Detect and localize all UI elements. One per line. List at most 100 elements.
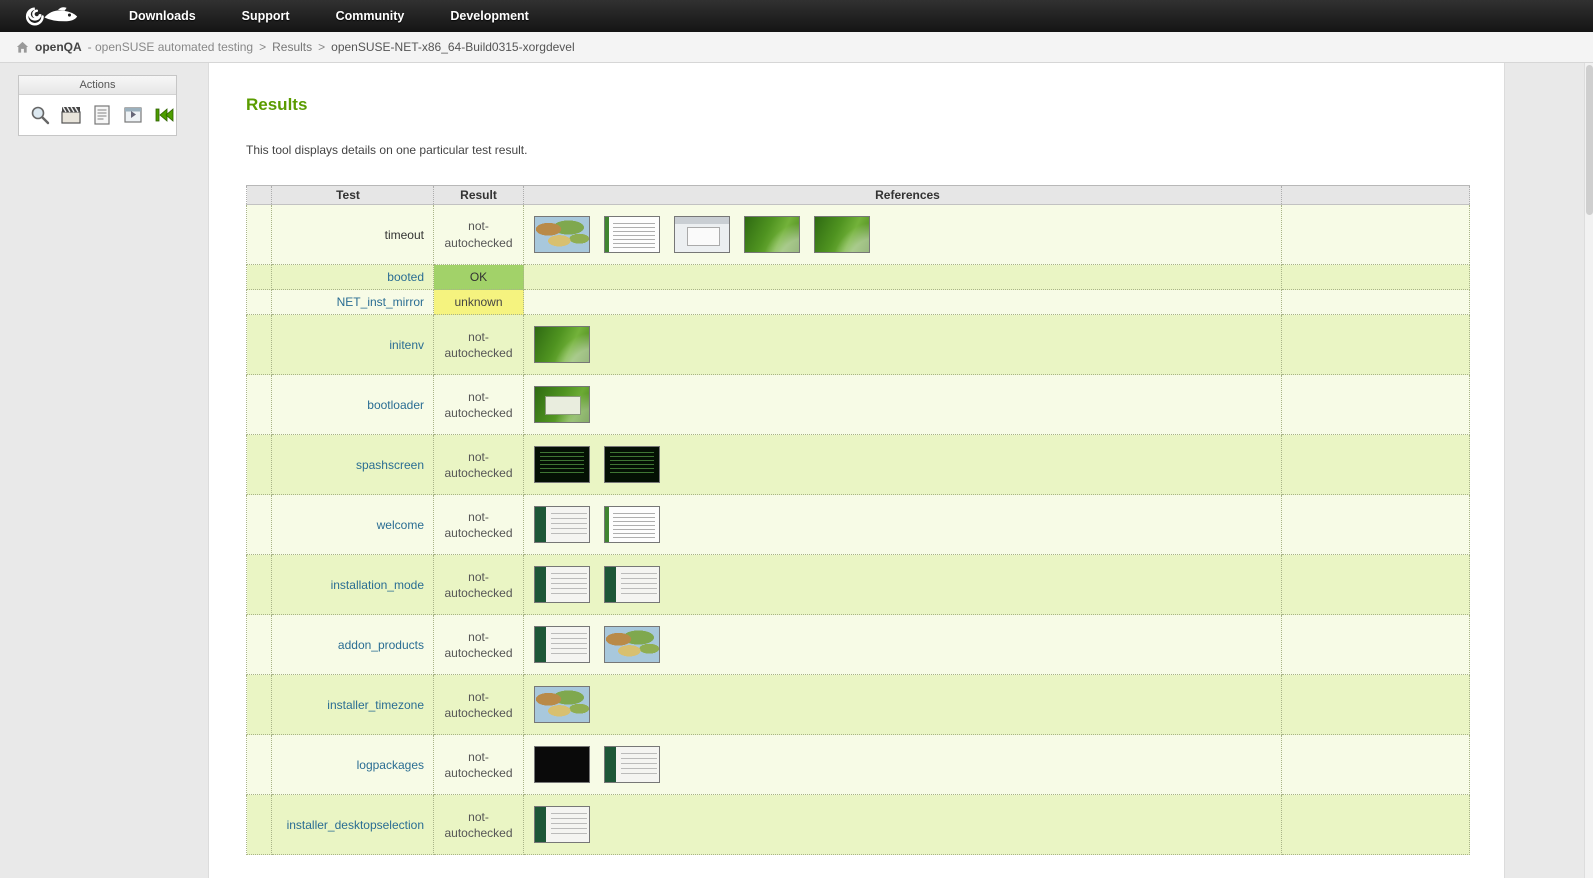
- flag-cell: [246, 614, 272, 676]
- header-references: References: [523, 185, 1282, 205]
- table-row: timeout not-autochecked: [246, 204, 1470, 265]
- flag-cell: [246, 494, 272, 556]
- test-name-cell: initenv: [271, 314, 434, 376]
- flag-cell: [246, 674, 272, 736]
- screenshot-thumbnail[interactable]: [604, 746, 660, 784]
- result-cell: not-autochecked: [433, 794, 524, 856]
- opensuse-logo[interactable]: [0, 4, 112, 29]
- breadcrumb-site-suffix: - openSUSE automated testing: [87, 40, 254, 54]
- extra-cell: [1281, 494, 1470, 556]
- result-cell: not-autochecked: [433, 494, 524, 556]
- log-file-icon[interactable]: [91, 104, 113, 126]
- screenshot-thumbnail[interactable]: [534, 686, 590, 724]
- header-result: Result: [433, 185, 524, 205]
- screenshot-thumbnail[interactable]: [604, 626, 660, 664]
- screenshot-thumbnail[interactable]: [744, 216, 800, 253]
- test-link[interactable]: booted: [387, 270, 424, 284]
- result-cell: not-autochecked: [433, 734, 524, 796]
- table-row: initenv not-autochecked: [246, 314, 1470, 376]
- references-cell: [523, 734, 1282, 796]
- screenshot-thumbnail[interactable]: [534, 746, 590, 784]
- screenshot-thumbnail[interactable]: [534, 446, 590, 484]
- references-cell: [523, 674, 1282, 736]
- page-title: Results: [246, 95, 308, 114]
- result-cell: OK: [433, 263, 524, 291]
- test-link[interactable]: installer_desktopselection: [287, 818, 424, 832]
- test-link[interactable]: logpackages: [357, 758, 424, 772]
- result-text: not-autochecked: [444, 449, 513, 480]
- header-extra-column: [1281, 185, 1470, 205]
- test-link[interactable]: initenv: [389, 338, 424, 352]
- result-cell: not-autochecked: [433, 314, 524, 376]
- breadcrumb-results-link[interactable]: Results: [272, 40, 312, 54]
- table-row: bootloader not-autochecked: [246, 374, 1470, 436]
- table-row: spashscreen not-autochecked: [246, 434, 1470, 496]
- table-row: booted OK: [246, 263, 1470, 291]
- references-cell: [523, 289, 1282, 316]
- screenshot-thumbnail[interactable]: [604, 446, 660, 484]
- test-link[interactable]: NET_inst_mirror: [337, 295, 424, 309]
- table-row: installer_timezone not-autochecked: [246, 674, 1470, 736]
- test-name-cell: installer_desktopselection: [271, 794, 434, 856]
- flag-cell: [246, 289, 272, 316]
- breadcrumb-site-link[interactable]: openQA: [35, 40, 82, 54]
- screenshot-thumbnail[interactable]: [534, 626, 590, 664]
- nav-item-community[interactable]: Community: [319, 0, 422, 32]
- screenshot-thumbnail[interactable]: [534, 806, 590, 844]
- home-icon[interactable]: [16, 41, 29, 54]
- references-cell: [523, 494, 1282, 556]
- table-header-row: Test Result References: [246, 185, 1470, 205]
- result-text: not-autochecked: [444, 569, 513, 600]
- screenshot-thumbnail[interactable]: [604, 566, 660, 604]
- flag-cell: [246, 434, 272, 496]
- references-cell: [523, 434, 1282, 496]
- nav-item-downloads[interactable]: Downloads: [112, 0, 213, 32]
- screenshot-thumbnail[interactable]: [534, 506, 590, 544]
- film-clapper-icon[interactable]: [60, 104, 82, 126]
- test-link[interactable]: installation_mode: [331, 578, 424, 592]
- result-cell: not-autochecked: [433, 674, 524, 736]
- screenshot-thumbnail[interactable]: [534, 326, 590, 364]
- screenshot-thumbnail[interactable]: [604, 506, 660, 544]
- export-window-icon[interactable]: [122, 104, 144, 126]
- header-test: Test: [271, 185, 434, 205]
- table-row: addon_products not-autochecked: [246, 614, 1470, 676]
- result-text: not-autochecked: [444, 509, 513, 540]
- nav-item-development[interactable]: Development: [433, 0, 546, 32]
- scrollbar[interactable]: [1584, 63, 1593, 878]
- screenshot-thumbnail[interactable]: [534, 216, 590, 253]
- test-name-cell: logpackages: [271, 734, 434, 796]
- page-description: This tool displays details on one partic…: [246, 143, 528, 157]
- table-row: installation_mode not-autochecked: [246, 554, 1470, 616]
- test-name-cell: addon_products: [271, 614, 434, 676]
- back-arrow-icon[interactable]: [153, 104, 175, 126]
- breadcrumb-separator: >: [259, 40, 267, 54]
- test-link[interactable]: bootloader: [367, 398, 424, 412]
- results-card: Results This tool displays details on on…: [208, 63, 1505, 878]
- table-row: NET_inst_mirror unknown: [246, 289, 1470, 316]
- test-link[interactable]: spashscreen: [356, 458, 424, 472]
- references-cell: [523, 614, 1282, 676]
- extra-cell: [1281, 204, 1470, 265]
- test-link[interactable]: welcome: [377, 518, 424, 532]
- test-link[interactable]: installer_timezone: [327, 698, 424, 712]
- test-link[interactable]: addon_products: [338, 638, 424, 652]
- test-link: timeout: [384, 227, 424, 242]
- scrollbar-thumb[interactable]: [1586, 65, 1593, 215]
- screenshot-thumbnail[interactable]: [604, 216, 660, 253]
- extra-cell: [1281, 794, 1470, 856]
- result-text: not-autochecked: [444, 219, 513, 250]
- table-row: installer_desktopselection not-autocheck…: [246, 794, 1470, 856]
- test-name-cell: booted: [271, 263, 434, 291]
- nav-item-support[interactable]: Support: [225, 0, 307, 32]
- result-text: not-autochecked: [444, 689, 513, 720]
- flag-cell: [246, 263, 272, 291]
- result-cell: not-autochecked: [433, 614, 524, 676]
- breadcrumb-build-name: openSUSE-NET-x86_64-Build0315-xorgdevel: [331, 40, 575, 54]
- screenshot-thumbnail[interactable]: [534, 386, 590, 424]
- flag-cell: [246, 314, 272, 376]
- magnifier-icon[interactable]: [29, 104, 51, 126]
- screenshot-thumbnail[interactable]: [534, 566, 590, 604]
- screenshot-thumbnail[interactable]: [674, 216, 730, 253]
- screenshot-thumbnail[interactable]: [814, 216, 870, 253]
